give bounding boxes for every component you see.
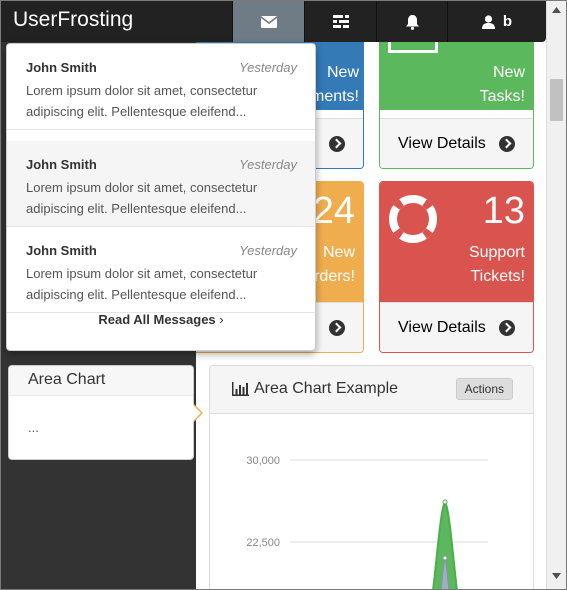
vertical-scrollbar[interactable]	[546, 1, 566, 589]
data-point	[442, 499, 448, 505]
tasks-title-line1: New	[492, 64, 525, 81]
messages-nav-button[interactable]	[232, 1, 304, 42]
browser-frame: UserFrosting b New Comments! New Tasks! …	[0, 0, 567, 590]
message-time: Yesterday	[239, 243, 297, 258]
arrow-circle-right-icon	[499, 319, 515, 336]
message-preview-line2: adipiscing elit. Pellentesque eleifend..…	[26, 104, 247, 119]
actions-button[interactable]: Actions	[455, 378, 513, 400]
support-title-line2: Tickets!	[470, 268, 525, 285]
tasks-panel-heading: New Tasks!	[380, 42, 533, 110]
user-name: b	[502, 13, 513, 30]
read-all-label: Read All Messages	[98, 312, 216, 327]
message-preview-line2: adipiscing elit. Pellentesque eleifend..…	[26, 287, 247, 302]
scroll-down-icon[interactable]	[552, 573, 561, 579]
message-preview: Lorem ipsum dolor sit amet, consectetur …	[26, 177, 297, 219]
message-preview-line2: adipiscing elit. Pellentesque eleifend..…	[26, 201, 247, 216]
scroll-up-icon[interactable]	[552, 7, 561, 13]
user-icon	[481, 14, 495, 29]
area-chart-panel: Area Chart Example Actions 30,000 22,500	[209, 365, 534, 589]
support-view-details-label: View Details	[398, 318, 486, 336]
tasks-view-details[interactable]: View Details	[380, 118, 533, 168]
alerts-nav-button[interactable]	[376, 1, 447, 42]
popover-title: Area Chart	[9, 366, 193, 396]
y-tick-label: 30,000	[246, 455, 280, 467]
tasks-title-line2: Tasks!	[479, 88, 525, 105]
support-count: 13	[482, 190, 525, 232]
support-panel: 13 Support Tickets! View Details	[379, 181, 534, 353]
message-preview: Lorem ipsum dolor sit amet, consectetur …	[26, 263, 297, 305]
tasks-icon	[332, 15, 349, 28]
arrow-circle-right-icon	[329, 135, 345, 152]
area-chart-title: Area Chart Example	[254, 380, 399, 397]
message-time: Yesterday	[239, 60, 297, 75]
arrow-circle-right-icon	[329, 319, 345, 336]
message-preview-line1: Lorem ipsum dolor sit amet, consectetur	[26, 180, 258, 195]
area-chart-heading: Area Chart Example Actions	[210, 366, 533, 414]
message-preview: Lorem ipsum dolor sit amet, consectetur …	[26, 80, 297, 122]
message-item[interactable]: John Smith Yesterday Lorem ipsum dolor s…	[7, 227, 315, 313]
message-preview-line1: Lorem ipsum dolor sit amet, consectetur	[26, 266, 258, 281]
read-all-messages-link[interactable]: Read All Messages ›	[7, 312, 315, 327]
tasks-panel-label: New Tasks!	[480, 61, 525, 109]
message-preview-line1: Lorem ipsum dolor sit amet, consectetur	[26, 83, 258, 98]
area-chart-popover: Area Chart ...	[8, 365, 194, 460]
scroll-thumb[interactable]	[550, 79, 563, 121]
support-panel-heading: 13 Support Tickets!	[380, 182, 533, 302]
area-chart-plot: 30,000 22,500	[246, 455, 488, 589]
chevron-right-icon: ›	[219, 312, 224, 327]
y-tick-label: 22,500	[246, 537, 280, 549]
tasks-nav-button[interactable]	[304, 1, 376, 42]
support-panel-label: Support Tickets!	[469, 241, 525, 289]
message-item[interactable]: John Smith Yesterday Lorem ipsum dolor s…	[7, 44, 315, 130]
support-view-details[interactable]: View Details	[380, 302, 533, 352]
messages-dropdown: John Smith Yesterday Lorem ipsum dolor s…	[6, 43, 316, 351]
message-item[interactable]: John Smith Yesterday Lorem ipsum dolor s…	[7, 141, 315, 227]
message-time: Yesterday	[239, 157, 297, 172]
envelope-icon	[260, 15, 277, 28]
user-menu-button[interactable]: b	[447, 1, 546, 42]
arrow-circle-right-icon	[499, 135, 515, 152]
bell-icon	[405, 14, 419, 30]
brand-logo[interactable]: UserFrosting	[13, 8, 133, 32]
bar-chart-icon	[232, 382, 249, 396]
support-title-line1: Support	[468, 244, 525, 261]
tasks-icon-large	[388, 42, 438, 53]
popover-content: ...	[28, 420, 39, 435]
top-navbar: UserFrosting b	[1, 1, 546, 42]
tasks-view-details-label: View Details	[398, 134, 486, 152]
life-ring-icon	[389, 195, 437, 243]
tasks-panel: New Tasks! View Details	[379, 42, 534, 169]
popover-arrow-inner	[193, 405, 201, 421]
data-point	[442, 555, 448, 561]
